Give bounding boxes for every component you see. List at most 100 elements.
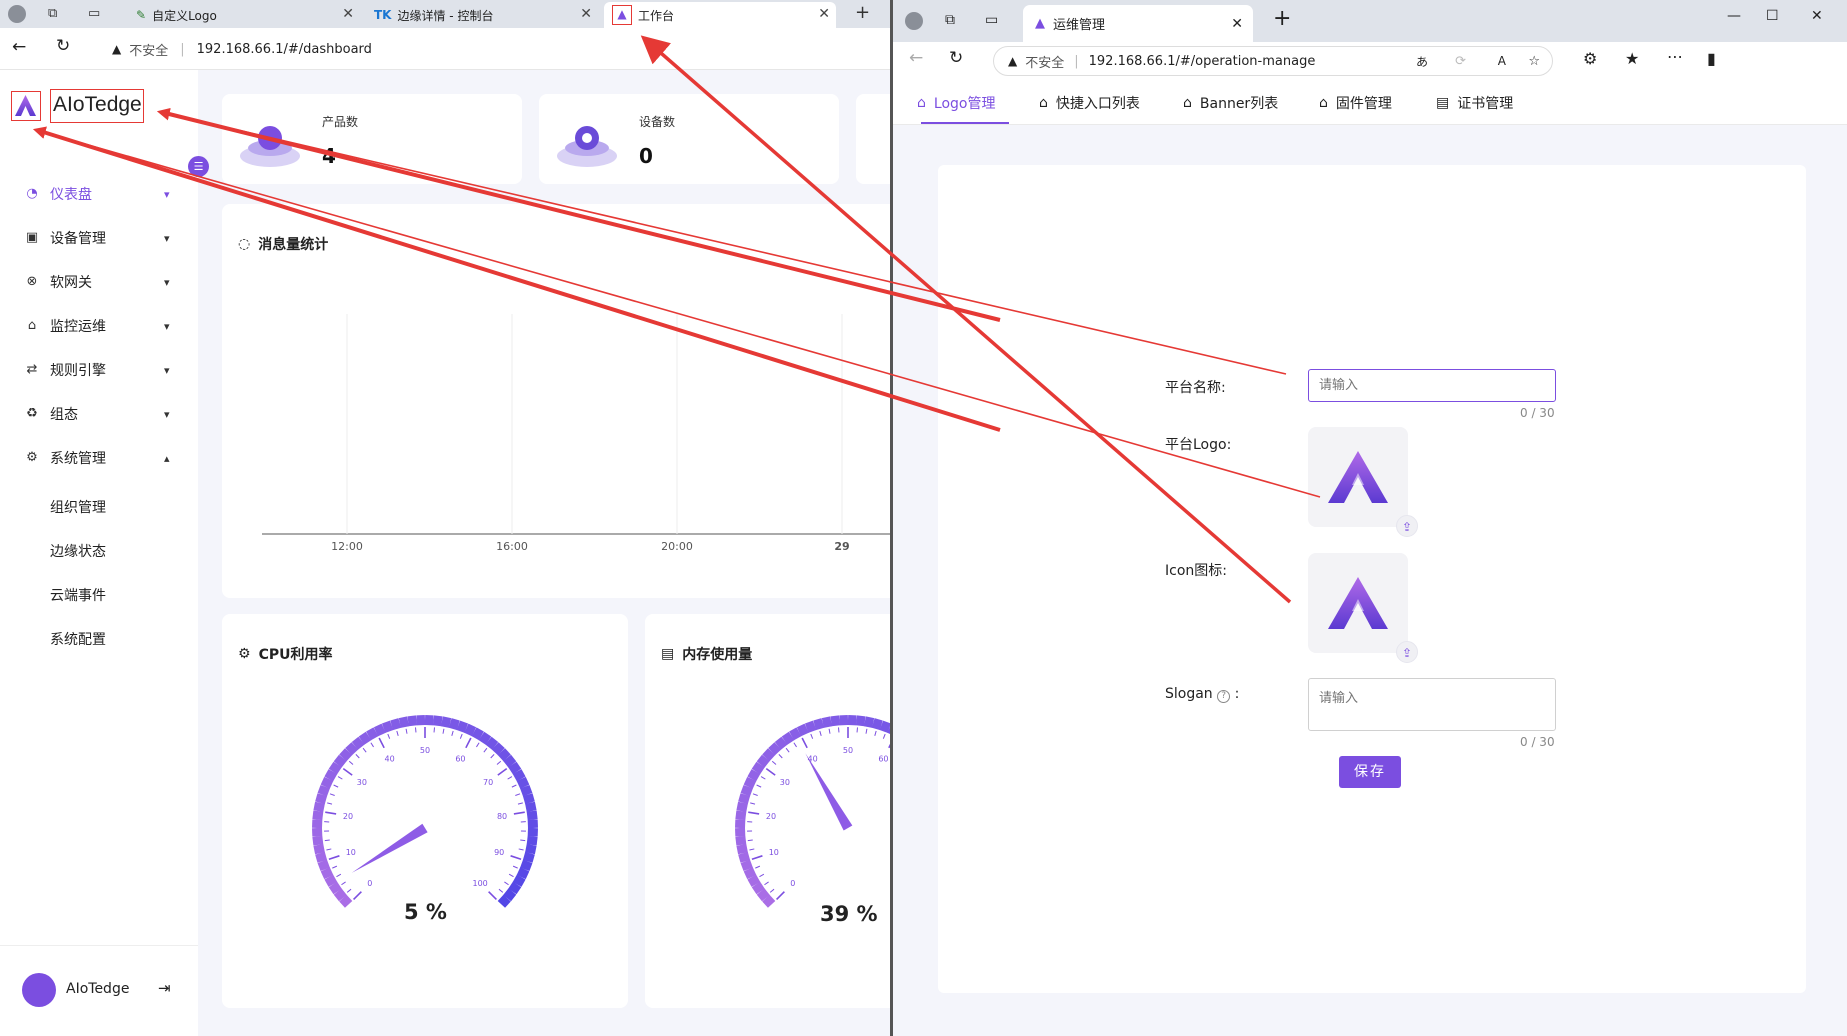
gauge-tick	[355, 754, 360, 759]
gauge-tick	[327, 802, 333, 805]
gauge-tick	[810, 733, 814, 739]
gauge-band	[756, 754, 770, 768]
menu-dashboard[interactable]: ◔ 仪表盘 ▾	[0, 174, 198, 214]
translate-icon[interactable]: あ	[1416, 53, 1428, 70]
home-icon: ⌂	[1183, 95, 1192, 111]
platform-name-input[interactable]	[1308, 369, 1556, 402]
gauge-tick	[490, 754, 495, 759]
back-icon[interactable]: ←	[909, 48, 923, 68]
url-field[interactable]: ▲ 不安全 | 192.168.66.1/#/operation-manage …	[993, 46, 1553, 76]
avatar[interactable]	[22, 973, 56, 1007]
gauge-tick	[387, 733, 391, 739]
collections-icon[interactable]: ⧉	[945, 12, 955, 28]
menu-configuration[interactable]: ♻ 组态 ▾	[0, 394, 198, 434]
gauge-tick-label: 0	[367, 879, 372, 888]
upload-icon-icon[interactable]: ⇪	[1396, 641, 1418, 663]
save-button[interactable]: 保存	[1339, 756, 1401, 788]
tab-operation-manage[interactable]: ▲ 运维管理 ✕	[1023, 5, 1253, 42]
platform-logo-upload[interactable]	[1308, 427, 1408, 527]
logout-icon[interactable]: ⇥	[158, 979, 171, 997]
submenu-organization[interactable]: 组织管理	[50, 497, 106, 517]
read-aloud-icon[interactable]: A	[1498, 54, 1506, 68]
close-icon[interactable]: ✕	[1231, 16, 1243, 32]
new-tab-icon[interactable]: +	[855, 2, 870, 23]
gauge-tick	[749, 848, 755, 851]
gauge-band	[855, 715, 866, 727]
gauge-tick	[326, 848, 332, 851]
chevron-up-icon: ▴	[164, 451, 170, 465]
tab-logo-manage[interactable]: ⌂ Logo管理	[917, 82, 995, 124]
sidebar-icon[interactable]: ▮	[1707, 49, 1716, 68]
chevron-down-icon: ▾	[164, 363, 170, 377]
menu-system-management[interactable]: ⚙ 系统管理 ▴	[0, 438, 198, 478]
gauge-band	[390, 718, 402, 731]
more-icon[interactable]: ⋯	[1667, 47, 1683, 66]
close-icon[interactable]: ✕	[580, 6, 592, 22]
close-icon[interactable]: ✕	[818, 6, 830, 22]
tab-certificate[interactable]: ▤ 证书管理	[1436, 82, 1513, 124]
reload-icon[interactable]: ↻	[56, 36, 70, 56]
gauge-band	[497, 748, 511, 762]
gauge-tick	[496, 760, 502, 765]
tab-firmware[interactable]: ⌂ 固件管理	[1319, 82, 1392, 124]
menu-soft-gateway[interactable]: ⊗ 软网关 ▾	[0, 262, 198, 302]
gauge-tick	[510, 855, 522, 860]
gauge-band	[830, 715, 841, 727]
minimize-icon[interactable]: —	[1727, 8, 1741, 24]
tk-logo-icon: TK	[374, 8, 392, 22]
gauge-band	[512, 769, 526, 782]
tab-label: 快捷入口列表	[1055, 96, 1140, 112]
profile-icon[interactable]	[8, 5, 26, 23]
favorite-icon[interactable]: ☆	[1528, 54, 1540, 69]
slogan-label-text: Slogan	[1165, 686, 1213, 702]
tab-actions-icon[interactable]: ▭	[88, 6, 100, 21]
edit-doc-icon: ✎	[136, 8, 147, 22]
reload-icon[interactable]: ↻	[949, 48, 963, 68]
gauge-band	[440, 716, 452, 728]
message-chart-title: ◌ 消息量统计	[238, 234, 328, 254]
insecure-label: 不安全	[1025, 55, 1065, 71]
gauge-band	[813, 718, 825, 731]
gauge-tick-label: 50	[420, 746, 430, 755]
gauge-band	[373, 723, 386, 737]
tab-edge-detail[interactable]: TK 边缘详情 - 控制台 ✕	[366, 2, 598, 28]
window-close-icon[interactable]: ✕	[1811, 8, 1823, 24]
divider: |	[180, 41, 185, 57]
menu-monitoring[interactable]: ⌂ 监控运维 ▾	[0, 306, 198, 346]
gauge-tick-label: 30	[780, 778, 790, 787]
gauge-band	[747, 874, 761, 887]
extensions-icon[interactable]: ⚙	[1583, 49, 1597, 68]
slogan-textarea[interactable]	[1308, 678, 1556, 731]
profile-icon[interactable]	[905, 12, 923, 30]
favorites-bar-icon[interactable]: ★	[1625, 49, 1639, 68]
upload-logo-icon[interactable]: ⇪	[1396, 515, 1418, 537]
tab-actions-icon[interactable]: ▭	[985, 12, 998, 28]
tab-shortcut-list[interactable]: ⌂ 快捷入口列表	[1039, 82, 1140, 124]
gauge-tick-label: 60	[455, 755, 465, 764]
submenu-cloud-events[interactable]: 云端事件	[50, 585, 106, 605]
user-name: AIoTedge	[66, 981, 130, 997]
certificate-icon: ▤	[1436, 95, 1450, 111]
menu-device-management[interactable]: ▣ 设备管理 ▾	[0, 218, 198, 258]
submenu-edge-status[interactable]: 边缘状态	[50, 541, 106, 561]
new-tab-icon[interactable]: +	[1273, 6, 1291, 31]
tab-banner-list[interactable]: ⌂ Banner列表	[1183, 82, 1278, 124]
sync-icon[interactable]: ⟳	[1455, 54, 1466, 69]
back-icon[interactable]: ←	[12, 37, 26, 57]
collections-icon[interactable]: ⧉	[48, 6, 57, 21]
gauge-tick	[756, 784, 762, 788]
tab-workbench[interactable]: ▲ 工作台 ✕	[604, 2, 836, 28]
icon-upload[interactable]	[1308, 553, 1408, 653]
gauge-band	[320, 776, 334, 789]
menu-rule-engine[interactable]: ⇄ 规则引擎 ▾	[0, 350, 198, 390]
x-tick-label: 16:00	[496, 540, 528, 553]
url-field[interactable]: ▲ 不安全 | 192.168.66.1/#/dashboard	[96, 34, 886, 64]
gauge-band	[516, 776, 530, 789]
help-icon[interactable]: ?	[1217, 690, 1231, 703]
close-icon[interactable]: ✕	[342, 6, 354, 22]
gauge-tick-label: 0	[790, 879, 795, 888]
maximize-icon[interactable]: ☐	[1766, 8, 1779, 24]
gauge-band	[339, 748, 353, 762]
submenu-system-config[interactable]: 系统配置	[50, 629, 106, 649]
tab-custom-logo[interactable]: ✎ 自定义Logo ✕	[128, 2, 360, 28]
